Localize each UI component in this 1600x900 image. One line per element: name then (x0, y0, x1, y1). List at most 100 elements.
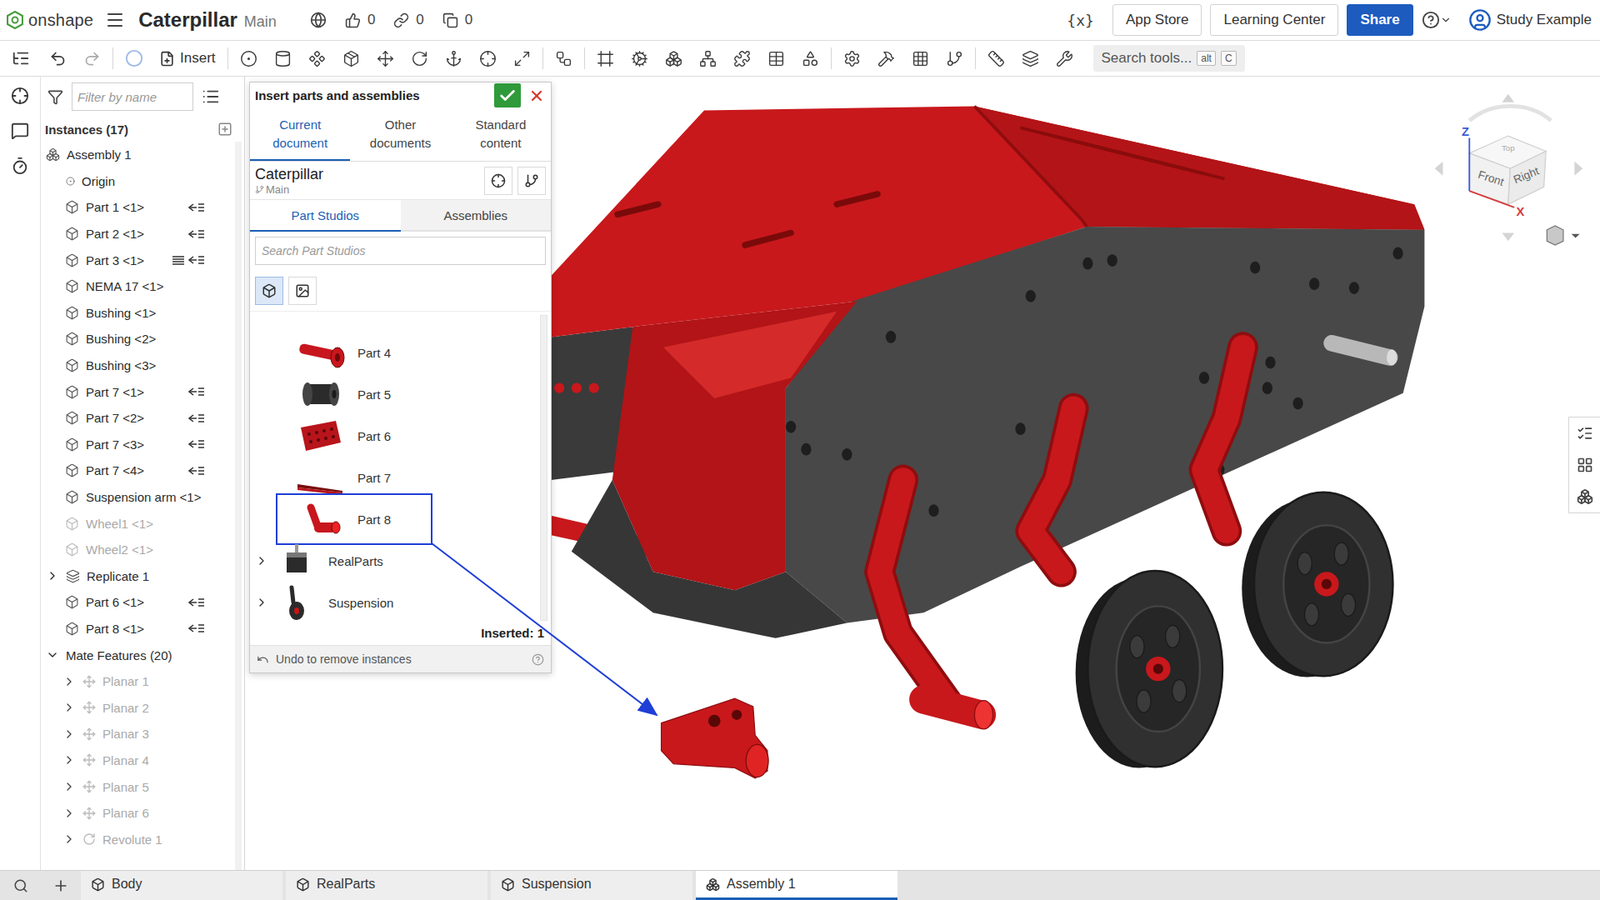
tool-button[interactable] (334, 43, 369, 74)
mate-row[interactable]: Revolute 1 (40, 825, 235, 853)
source-tab[interactable]: Other documents (350, 108, 450, 161)
links-stat[interactable]: 0 (393, 11, 424, 29)
instance-row[interactable]: Part 7 <4> (40, 457, 235, 485)
tool-button[interactable] (793, 43, 828, 74)
part-item[interactable]: Part 6 (250, 415, 551, 457)
list-view-button[interactable] (288, 276, 317, 305)
instance-row[interactable]: Part 2 <1> (40, 220, 235, 248)
tool-button[interactable] (1047, 43, 1082, 74)
document-tab[interactable]: Assembly 1 (695, 870, 898, 900)
branch-name[interactable]: Main (244, 13, 277, 31)
tool-button[interactable] (622, 43, 657, 74)
menu-icon[interactable] (105, 10, 125, 30)
instance-row[interactable]: Part 6 <1> (40, 589, 235, 616)
wheel[interactable] (1241, 492, 1393, 678)
tool-button[interactable] (300, 43, 335, 74)
part-item[interactable]: RealParts (250, 540, 551, 582)
expand-icon[interactable] (62, 832, 76, 846)
tool-button[interactable] (436, 43, 471, 74)
tool-button[interactable] (546, 43, 581, 74)
mate-row[interactable]: Planar 3 (40, 720, 235, 748)
mates-header[interactable]: Mate Features (20) (40, 641, 235, 669)
tool-button[interactable] (231, 43, 266, 74)
mate-connector-icon[interactable] (10, 86, 30, 105)
element-type-tab[interactable]: Part Studios (250, 200, 401, 232)
tool-button[interactable] (937, 43, 972, 74)
instance-row[interactable]: Part 3 <1> (40, 246, 235, 274)
tool-button[interactable] (903, 43, 938, 74)
expand-icon[interactable] (62, 753, 76, 767)
view-cube[interactable]: TopFrontRightZX (1435, 94, 1584, 245)
instance-row[interactable]: Part 1 <1> (40, 194, 235, 221)
variables-button[interactable]: {x} (1056, 11, 1105, 30)
graphics-area[interactable]: TopFrontRightZXInsert parts and assembli… (245, 76, 1600, 870)
document-tab[interactable]: Suspension (490, 870, 693, 900)
close-button[interactable] (525, 83, 548, 108)
inserted-part[interactable] (661, 698, 770, 779)
element-type-tab[interactable]: Assemblies (400, 200, 552, 232)
appearance-button[interactable] (1569, 449, 1600, 481)
tool-button[interactable] (690, 43, 725, 74)
tool-button[interactable] (1013, 43, 1048, 74)
suspension-arm[interactable] (1030, 408, 1074, 572)
document-title[interactable]: Caterpillar (138, 8, 238, 32)
comment-icon[interactable] (10, 121, 30, 140)
help-icon[interactable] (531, 653, 545, 666)
feature-list-icon[interactable] (11, 49, 30, 68)
instance-row[interactable]: Bushing <1> (40, 300, 235, 327)
instance-row[interactable]: Suspension arm <1> (40, 484, 235, 511)
tool-button[interactable] (588, 43, 623, 74)
source-tab[interactable]: Current document (250, 108, 350, 161)
header-button[interactable]: Learning Center (1210, 4, 1339, 36)
list-view-icon[interactable] (201, 87, 220, 106)
instance-row[interactable]: Bushing <2> (40, 325, 235, 353)
timer-icon[interactable] (10, 156, 30, 175)
source-tab[interactable]: Standard content (450, 108, 551, 161)
suspension-arm[interactable] (1204, 347, 1244, 532)
share-button[interactable]: Share (1346, 4, 1413, 36)
tool-button[interactable] (835, 43, 870, 74)
mate-row[interactable]: Planar 4 (40, 747, 235, 775)
instance-row[interactable]: Bushing <3> (40, 352, 235, 380)
insert-button[interactable]: Insert (150, 50, 225, 67)
tool-button[interactable] (505, 43, 540, 74)
likes-stat[interactable]: 0 (345, 11, 375, 29)
instance-row[interactable]: Part 7 <1> (40, 378, 235, 405)
mate-row[interactable]: Planar 5 (40, 773, 235, 800)
mate-row[interactable]: Planar 1 (40, 668, 235, 695)
tool-button[interactable] (725, 43, 760, 74)
search-tabs-icon[interactable] (13, 878, 29, 894)
part-item[interactable]: Part 4 (250, 331, 551, 374)
wheel[interactable] (1075, 570, 1223, 768)
mate-row[interactable]: Planar 6 (40, 800, 235, 827)
accept-button[interactable] (494, 83, 521, 108)
expand-icon[interactable] (255, 595, 269, 610)
instance-row[interactable]: Part 8 <1> (40, 615, 235, 643)
expand-icon[interactable] (45, 569, 60, 583)
part-item[interactable]: Part 8 (250, 498, 551, 540)
expand-icon[interactable] (62, 675, 76, 689)
expand-icon[interactable] (255, 554, 269, 568)
filter-icon[interactable] (47, 89, 64, 105)
tool-button[interactable] (470, 43, 505, 74)
expand-icon[interactable] (62, 780, 76, 794)
collapse-icon[interactable] (45, 648, 60, 662)
tool-button[interactable] (759, 43, 794, 74)
instance-row[interactable]: Assembly 1 (40, 141, 235, 169)
user-menu[interactable]: Study Example (1468, 8, 1592, 32)
onshape-logo[interactable]: onshape (6, 10, 94, 30)
help-menu[interactable] (1421, 10, 1452, 30)
part-item[interactable]: Part 5 (250, 373, 551, 415)
document-tab[interactable]: RealParts (285, 870, 488, 900)
expand-icon[interactable] (62, 806, 76, 820)
tool-button[interactable] (979, 43, 1014, 74)
bom-button[interactable] (1569, 480, 1600, 513)
header-button[interactable]: App Store (1112, 4, 1203, 36)
part-item[interactable]: Part 7 (250, 456, 551, 499)
search-part-studios[interactable]: Search Part Studios (255, 236, 546, 265)
part-item[interactable]: Suspension (250, 581, 551, 624)
mate-row[interactable]: Planar 2 (40, 694, 235, 721)
instance-row[interactable]: Part 7 <3> (40, 431, 235, 459)
copies-stat[interactable]: 0 (442, 11, 473, 29)
instance-row[interactable]: Part 7 <2> (40, 405, 235, 432)
